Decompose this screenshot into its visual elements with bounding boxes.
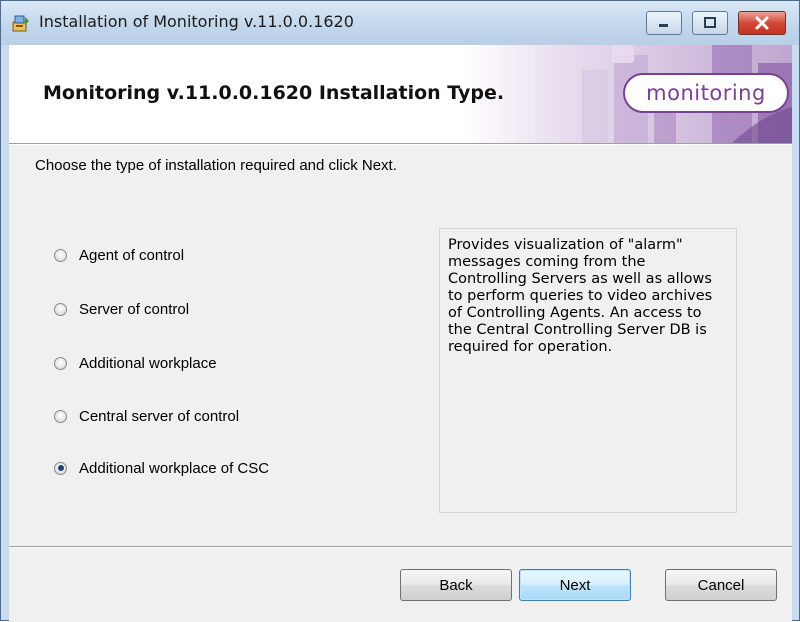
radio-button[interactable] (54, 248, 67, 262)
maximize-icon (704, 17, 716, 28)
radio-button[interactable] (54, 302, 67, 316)
option-agent-of-control[interactable]: Agent of control (54, 245, 184, 265)
minimize-icon (659, 24, 668, 27)
option-label[interactable]: Central server of control (79, 408, 239, 425)
window-title: Installation of Monitoring v.11.0.0.1620 (39, 12, 354, 31)
next-button[interactable]: Next (519, 569, 631, 601)
close-icon (755, 16, 769, 30)
instruction-text: Choose the type of installation required… (35, 157, 397, 174)
radio-button[interactable] (54, 409, 67, 423)
installer-icon (12, 15, 29, 32)
dialog-client-area: Monitoring v.11.0.0.1620 Installation Ty… (9, 45, 792, 622)
option-server-of-control[interactable]: Server of control (54, 299, 189, 319)
title-bar[interactable]: Installation of Monitoring v.11.0.0.1620 (1, 1, 799, 45)
option-label[interactable]: Additional workplace of CSC (79, 460, 269, 477)
option-central-server-of-control[interactable]: Central server of control (54, 406, 239, 426)
option-label[interactable]: Additional workplace (79, 355, 217, 372)
header-banner: Monitoring v.11.0.0.1620 Installation Ty… (9, 45, 792, 143)
option-additional-workplace-of-csc[interactable]: Additional workplace of CSC (54, 458, 269, 478)
option-description: Provides visualization of "alarm" messag… (439, 228, 737, 513)
footer-divider (9, 546, 792, 548)
option-additional-workplace[interactable]: Additional workplace (54, 353, 217, 373)
back-button[interactable]: Back (400, 569, 512, 601)
option-label[interactable]: Agent of control (79, 247, 184, 264)
radio-button[interactable] (54, 356, 67, 370)
radio-button-selected[interactable] (54, 461, 67, 475)
monitoring-logo: monitoring (623, 73, 789, 113)
header-divider (9, 143, 792, 145)
maximize-button[interactable] (692, 11, 728, 35)
close-button[interactable] (738, 11, 786, 35)
minimize-button[interactable] (646, 11, 682, 35)
cancel-button[interactable]: Cancel (665, 569, 777, 601)
page-heading: Monitoring v.11.0.0.1620 Installation Ty… (43, 82, 505, 104)
option-label[interactable]: Server of control (79, 301, 189, 318)
installer-window: Installation of Monitoring v.11.0.0.1620 (0, 0, 800, 622)
